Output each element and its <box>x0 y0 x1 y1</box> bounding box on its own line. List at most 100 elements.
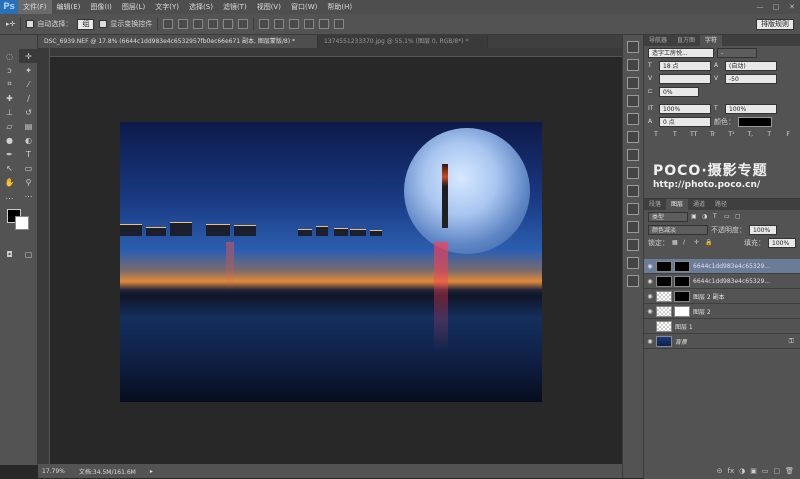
properties-icon[interactable] <box>627 95 639 107</box>
show-transform-checkbox[interactable] <box>99 20 108 28</box>
visibility-eye-icon[interactable]: ◉ <box>644 278 656 285</box>
menu-layer[interactable]: 图层(L) <box>117 0 150 14</box>
horizontal-scale-field[interactable]: 100% <box>725 103 777 114</box>
hand-tool-icon[interactable]: ✋ <box>0 175 19 189</box>
fill-field[interactable]: 100% <box>768 237 796 248</box>
text-tool-icon[interactable]: T <box>19 147 38 161</box>
close-icon[interactable]: ✕ <box>784 3 800 11</box>
tool-presets-icon[interactable] <box>627 221 639 233</box>
screen-mode-icon[interactable]: ▢ <box>19 247 38 261</box>
info-icon[interactable] <box>627 77 639 89</box>
menu-image[interactable]: 图像(I) <box>85 0 117 14</box>
eyedropper-icon[interactable]: ⁄ <box>19 77 38 91</box>
tab-character[interactable]: 字符 <box>700 35 723 46</box>
small-caps-button[interactable]: Tr <box>709 131 717 139</box>
adjustments-icon[interactable] <box>627 113 639 125</box>
layer-mask-thumbnail[interactable] <box>674 290 690 302</box>
marquee-tool-icon[interactable]: ◌ <box>0 49 19 63</box>
path-select-icon[interactable]: ↖ <box>0 161 19 175</box>
kerning-field[interactable] <box>659 73 711 84</box>
lock-pixels-icon[interactable]: ∕ <box>683 239 691 246</box>
align-center-icon[interactable] <box>223 19 234 29</box>
tsume-field[interactable]: 0% <box>659 86 699 97</box>
lasso-tool-icon[interactable]: ↄ <box>0 63 19 77</box>
quick-mask-icon[interactable]: ◘ <box>0 247 19 261</box>
actions-icon[interactable] <box>627 59 639 71</box>
layer-row[interactable]: ◉ 6644c1dd983e4c65329... <box>644 259 800 274</box>
move-tool-icon[interactable]: ▸✛ <box>6 18 15 31</box>
maximize-icon[interactable]: □ <box>768 3 784 11</box>
subscript-button[interactable]: T, <box>746 131 754 139</box>
timeline-icon[interactable] <box>627 275 639 287</box>
zoom-level[interactable]: 17.79% <box>42 468 65 475</box>
tab-dsc-6939[interactable]: DSC_6939.NEF @ 17.8% (6644c1dd983e4c6532… <box>38 35 318 48</box>
lock-all-icon[interactable]: 🔒 <box>705 239 713 246</box>
workspace-dropdown[interactable]: 排版规则 <box>756 18 794 30</box>
paragraph-styles-icon[interactable] <box>627 203 639 215</box>
brush-presets-icon[interactable] <box>627 149 639 161</box>
align-middle-icon[interactable] <box>178 19 189 29</box>
font-style-dropdown[interactable]: - <box>717 47 757 58</box>
visibility-eye-icon[interactable]: ◉ <box>644 263 656 270</box>
document-image[interactable] <box>120 122 542 402</box>
tab-paragraph[interactable]: 段落 <box>644 199 667 210</box>
distribute-right-icon[interactable] <box>334 19 345 29</box>
menu-file[interactable]: 文件(F) <box>18 0 52 14</box>
layer-row[interactable]: 图层 1 <box>644 319 800 334</box>
distribute-center-icon[interactable] <box>319 19 330 29</box>
menu-edit[interactable]: 编辑(E) <box>52 0 86 14</box>
tab-histogram[interactable]: 直方图 <box>672 35 701 46</box>
distribute-bottom-icon[interactable] <box>289 19 300 29</box>
history-brush-icon[interactable]: ↺ <box>19 105 38 119</box>
distribute-top-icon[interactable] <box>259 19 270 29</box>
menu-view[interactable]: 视图(V) <box>252 0 286 14</box>
auto-select-checkbox[interactable] <box>26 20 35 28</box>
menu-type[interactable]: 文字(Y) <box>150 0 184 14</box>
healing-brush-icon[interactable]: ✚ <box>0 91 19 105</box>
baseline-shift-field[interactable]: 0 点 <box>659 116 711 127</box>
font-size-field[interactable]: 18 点 <box>659 60 711 71</box>
menu-select[interactable]: 选择(S) <box>184 0 218 14</box>
tab-paths[interactable]: 路径 <box>710 199 733 210</box>
text-color-swatch[interactable] <box>738 116 772 127</box>
distribute-left-icon[interactable] <box>304 19 315 29</box>
vertical-scale-field[interactable]: 100% <box>659 103 711 114</box>
visibility-eye-icon[interactable]: ◉ <box>644 308 656 315</box>
layer-row[interactable]: ◉ 背景 ⚿ <box>644 334 800 349</box>
menu-help[interactable]: 帮助(H) <box>322 0 357 14</box>
auto-select-dropdown[interactable]: 组 <box>77 18 95 30</box>
layer-comps-icon[interactable] <box>627 239 639 251</box>
distribute-middle-icon[interactable] <box>274 19 285 29</box>
crop-tool-icon[interactable]: ⌗ <box>0 77 19 91</box>
filter-type-icon[interactable]: T <box>713 213 721 220</box>
tab-channels[interactable]: 通道 <box>688 199 711 210</box>
tab-1374551233370[interactable]: 1374551233370.jpg @ 55.1% (图层 0, RGB/8*)… <box>318 35 488 48</box>
layer-mask-thumbnail[interactable] <box>674 275 690 287</box>
lock-position-icon[interactable]: ✛ <box>694 239 702 246</box>
zoom-tool-icon[interactable]: ⚲ <box>19 175 38 189</box>
canvas-area[interactable] <box>50 57 622 464</box>
fx-icon[interactable]: fx <box>728 467 735 475</box>
tab-navigator[interactable]: 导航器 <box>644 35 673 46</box>
tracking-field[interactable]: -50 <box>725 73 777 84</box>
all-caps-button[interactable]: TT <box>690 131 698 139</box>
layer-filter-dropdown[interactable]: 类型 <box>648 211 688 222</box>
layer-mask-thumbnail[interactable] <box>674 260 690 272</box>
blend-mode-dropdown[interactable]: 颜色减淡 <box>648 224 708 235</box>
eraser-tool-icon[interactable]: ▱ <box>0 119 19 133</box>
brush-tool-icon[interactable]: ∕ <box>19 91 38 105</box>
magic-wand-icon[interactable]: ✦ <box>19 63 38 77</box>
link-layers-icon[interactable]: ⊝ <box>717 467 723 475</box>
edit-toolbar-icon[interactable]: ⋯ <box>19 189 38 203</box>
leading-field[interactable]: (自动) <box>725 60 777 71</box>
layer-row[interactable]: ◉ 图层 2 <box>644 304 800 319</box>
underline-button[interactable]: T <box>765 131 773 139</box>
opacity-field[interactable]: 100% <box>749 224 777 235</box>
align-right-icon[interactable] <box>238 19 249 29</box>
faux-italic-button[interactable]: T <box>671 131 679 139</box>
menu-filter[interactable]: 滤镜(T) <box>218 0 252 14</box>
more-tools-icon[interactable]: … <box>0 189 19 203</box>
visibility-eye-icon[interactable]: ◉ <box>644 293 656 300</box>
trash-icon[interactable]: 🗑 <box>785 467 794 475</box>
lock-transparency-icon[interactable]: ▦ <box>672 239 680 246</box>
